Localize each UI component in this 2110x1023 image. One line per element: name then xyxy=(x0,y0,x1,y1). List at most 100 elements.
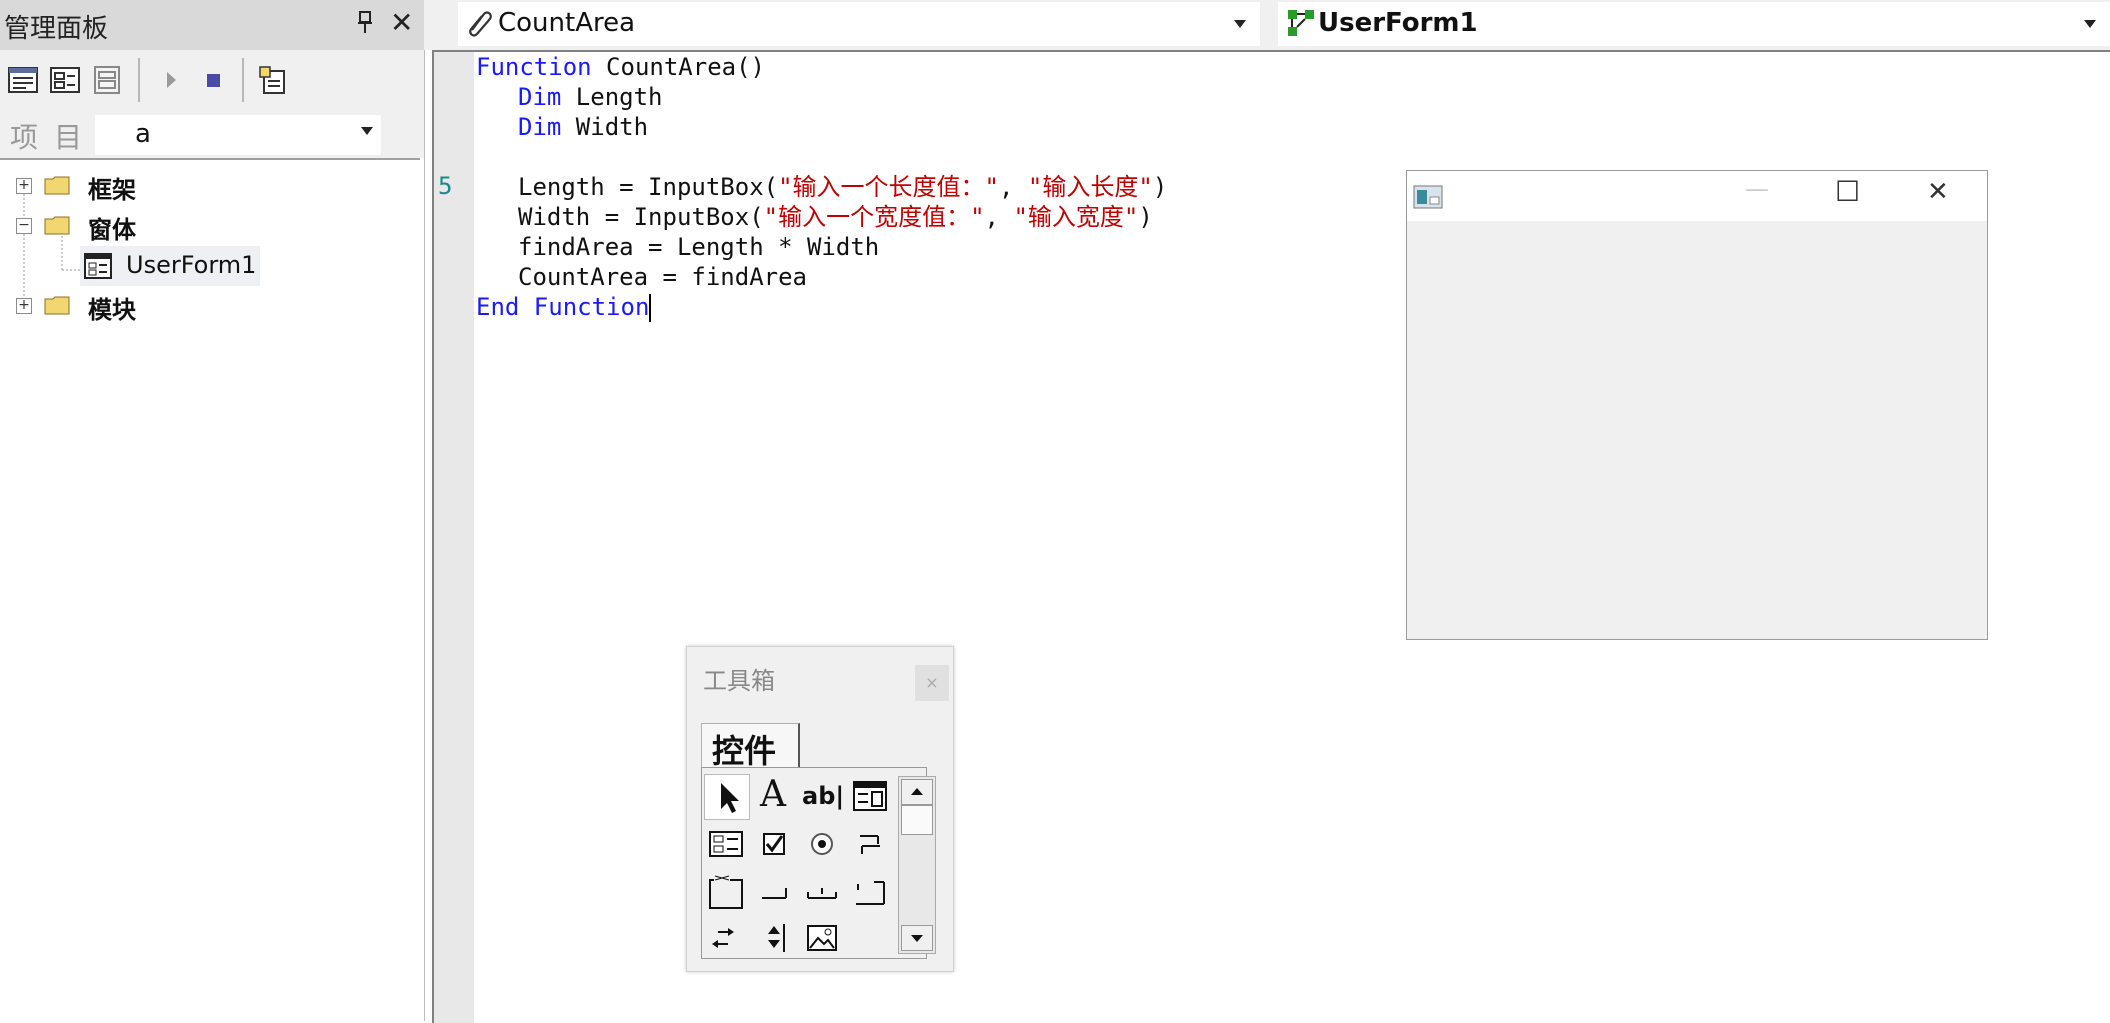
code-text: Width xyxy=(561,113,649,141)
code-line-7[interactable]: findArea = Length * Width xyxy=(518,232,879,262)
code-text: CountArea() xyxy=(591,53,765,81)
code-line-1[interactable]: Function CountArea() xyxy=(476,52,765,82)
pin-icon[interactable] xyxy=(356,10,374,36)
panel-title-bar: 管理面板 ✕ xyxy=(0,0,424,50)
tab-controls[interactable]: 控件 xyxy=(701,723,800,770)
toolbox-controls-grid: A ab| xyxy=(701,767,927,959)
panel-close-button[interactable]: ✕ xyxy=(390,6,413,39)
label-a-icon: A xyxy=(760,774,786,815)
keyword: Function xyxy=(476,53,592,81)
chevron-down-icon xyxy=(911,935,923,942)
object-dropdown[interactable]: CountArea xyxy=(458,2,1260,46)
project-tree: + 框架 − 窗体 UserForm1 + 模块 xyxy=(0,158,420,1023)
tree-item-modules[interactable]: + 模块 xyxy=(0,286,400,326)
chevron-down-icon xyxy=(1234,20,1246,28)
label-tool[interactable]: A xyxy=(752,774,796,818)
scroll-thumb[interactable] xyxy=(901,805,933,835)
view-code-icon[interactable] xyxy=(6,63,40,97)
expand-icon[interactable]: + xyxy=(16,178,32,194)
tree-item-label: 框架 xyxy=(88,176,136,204)
code-line-2[interactable]: Dim Length xyxy=(518,82,663,112)
scroll-down-button[interactable] xyxy=(901,925,933,951)
text-caret xyxy=(649,294,652,322)
procedure-dropdown[interactable]: UserForm1 xyxy=(1278,2,2110,46)
pointer-tool[interactable] xyxy=(704,774,750,820)
multipage-icon xyxy=(856,881,885,905)
panel-title: 管理面板 xyxy=(4,14,109,44)
textbox-icon: ab| xyxy=(802,782,845,810)
userform-title-bar[interactable]: — ☐ ✕ xyxy=(1407,171,1987,221)
code-line-5[interactable]: Length = InputBox("输入一个长度值：", "输入长度") xyxy=(518,172,1167,202)
view-object-icon[interactable] xyxy=(48,63,82,97)
stop-icon[interactable] xyxy=(196,63,230,97)
toggle-folders-icon[interactable] xyxy=(90,63,124,97)
form-window-icon xyxy=(1413,185,1443,209)
project-dropdown-value: a xyxy=(135,119,151,149)
keyword: Dim xyxy=(518,83,562,111)
tree-item-forms[interactable]: − 窗体 xyxy=(0,206,400,246)
string-literal: "输入一个宽度值：" xyxy=(763,203,985,231)
project-selector-row: 项目 a xyxy=(0,110,424,158)
chevron-up-icon xyxy=(911,788,923,795)
properties-icon[interactable] xyxy=(256,63,290,97)
combobox-icon xyxy=(853,781,887,811)
code-text: Length = InputBox( xyxy=(518,173,779,201)
procedure-dropdown-value: UserForm1 xyxy=(1318,8,1478,38)
string-literal: "输入长度" xyxy=(1027,173,1153,201)
keyword: Dim xyxy=(518,113,562,141)
toolbox-title: 工具箱 xyxy=(703,667,775,695)
code-line-6[interactable]: Width = InputBox("输入一个宽度值：", "输入宽度") xyxy=(518,202,1153,232)
tree-item-userform1[interactable]: UserForm1 xyxy=(80,246,260,286)
command-button-tool[interactable] xyxy=(752,870,796,914)
code-line-3[interactable]: Dim Width xyxy=(518,112,648,142)
multipage-tool[interactable] xyxy=(848,870,892,914)
listbox-icon xyxy=(709,831,743,857)
frame-tool[interactable] xyxy=(704,870,748,914)
scrollbar-tool[interactable] xyxy=(704,918,748,962)
toggle-icon xyxy=(860,835,880,854)
toolbox-scrollbar[interactable] xyxy=(898,776,936,954)
code-text: Width = InputBox( xyxy=(518,203,764,231)
tree-item-label: 窗体 xyxy=(88,216,136,244)
image-tool[interactable] xyxy=(800,918,844,962)
project-dropdown[interactable]: a xyxy=(94,114,382,156)
code-line-9[interactable]: End Function xyxy=(476,292,652,322)
combobox-tool[interactable] xyxy=(848,774,892,818)
cursor-arrow-icon xyxy=(721,783,739,813)
scroll-up-button[interactable] xyxy=(901,779,933,805)
radio-button-tool[interactable] xyxy=(800,822,844,866)
command-button-icon xyxy=(762,888,787,899)
folder-icon xyxy=(44,296,70,315)
checkbox-tool[interactable] xyxy=(752,822,796,866)
userform-window[interactable]: — ☐ ✕ xyxy=(1406,170,1988,640)
folder-icon xyxy=(44,176,70,195)
tree-item-label: 模块 xyxy=(88,296,136,324)
checkbox-icon xyxy=(763,833,785,855)
spinbutton-tool[interactable] xyxy=(752,918,796,962)
tabstrip-tool[interactable] xyxy=(800,870,844,914)
textbox-tool[interactable]: ab| xyxy=(800,774,844,818)
toolbox-close-button[interactable]: × xyxy=(915,665,949,701)
collapse-icon[interactable]: − xyxy=(16,218,32,234)
code-line-8[interactable]: CountArea = findArea xyxy=(518,262,807,292)
minimize-button[interactable]: — xyxy=(1745,175,1769,203)
form-icon xyxy=(84,253,112,279)
expand-icon[interactable]: + xyxy=(16,298,32,314)
toolbar-separator xyxy=(138,58,140,102)
maximize-button[interactable]: ☐ xyxy=(1835,175,1860,208)
code-text: , xyxy=(999,173,1028,201)
toggle-button-tool[interactable] xyxy=(848,822,892,866)
string-literal: "输入宽度" xyxy=(1013,203,1139,231)
line-number: 5 xyxy=(438,172,453,200)
listbox-tool[interactable] xyxy=(704,822,748,866)
string-literal: "输入一个长度值：" xyxy=(778,173,999,201)
run-icon[interactable] xyxy=(154,63,188,97)
chevron-down-icon xyxy=(2084,20,2096,28)
chevron-down-icon xyxy=(361,127,373,135)
spinbutton-icon xyxy=(768,924,785,952)
close-button[interactable]: ✕ xyxy=(1927,177,1949,207)
tree-item-frames[interactable]: + 框架 xyxy=(0,166,400,206)
radio-button-icon xyxy=(811,833,833,855)
code-text: ) xyxy=(1138,203,1153,231)
editor-gutter: 5 xyxy=(434,52,474,1023)
